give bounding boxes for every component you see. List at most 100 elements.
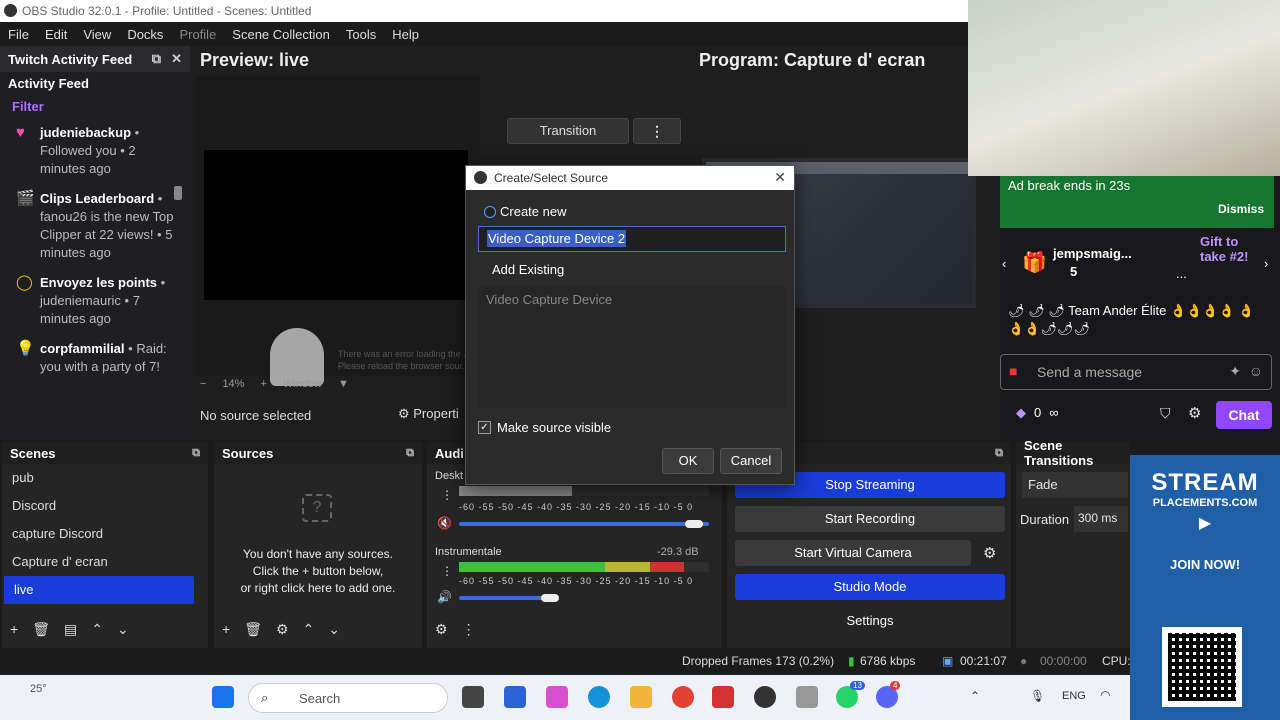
radio-button[interactable] [484, 205, 496, 218]
source-name-input[interactable]: Video Capture Device 2 [478, 226, 786, 252]
undock-icon[interactable]: ⧉ [406, 447, 414, 460]
store-icon[interactable] [504, 686, 526, 708]
dismiss-button[interactable]: Dismiss [1218, 202, 1264, 216]
undock-icon[interactable]: ⧉ [152, 51, 161, 67]
close-icon[interactable]: ✕ [774, 169, 786, 186]
move-up-icon[interactable]: ⌃ [303, 621, 315, 638]
obs-taskbar-icon[interactable] [754, 686, 776, 708]
chrome-icon[interactable] [672, 686, 694, 708]
wifi-icon[interactable]: ◠ [1100, 688, 1110, 702]
menu-docks[interactable]: Docks [119, 27, 171, 42]
trash-icon[interactable]: 🗑 [244, 621, 262, 638]
menu-edit[interactable]: Edit [37, 27, 75, 42]
language-indicator[interactable]: ENG [1062, 690, 1086, 702]
scrollbar-thumb[interactable] [174, 186, 182, 200]
zoom-out-icon[interactable]: − [200, 378, 206, 390]
feed-user[interactable]: judeniebackup [40, 125, 131, 140]
feed-user[interactable]: Envoyez les points [40, 275, 157, 290]
chevron-right-icon[interactable]: › [1264, 256, 1268, 271]
volume-slider[interactable] [459, 522, 709, 526]
volume-slider[interactable] [459, 596, 549, 600]
undock-icon[interactable]: ⧉ [192, 447, 200, 460]
menu-file[interactable]: File [0, 27, 37, 42]
scene-item-active[interactable]: live [4, 576, 194, 604]
start-virtual-camera-button[interactable]: Start Virtual Camera [735, 540, 971, 566]
menu-tools[interactable]: Tools [338, 27, 384, 42]
emote-icon[interactable]: ☺ [1249, 363, 1263, 379]
channel-points-icon[interactable]: ◆ [1016, 405, 1026, 421]
properties-button[interactable]: ⚙ Properti [398, 406, 459, 422]
filter-link[interactable]: Filter [0, 95, 190, 118]
undock-icon[interactable]: ⧉ [995, 447, 1003, 460]
preview-source-frame[interactable] [204, 150, 468, 300]
list-item[interactable]: Video Capture Device [486, 292, 778, 307]
trash-icon[interactable]: 🗑 [32, 621, 50, 638]
volume-knob[interactable] [541, 594, 559, 602]
create-new-option[interactable]: Create new [484, 204, 566, 219]
gift-user[interactable]: jempsmaig... [1053, 246, 1132, 261]
volume-knob[interactable] [685, 520, 703, 528]
menu-profile[interactable]: Profile [171, 27, 224, 42]
move-down-icon[interactable]: ⌄ [328, 621, 340, 638]
gift-title[interactable]: Gift to take #2! [1200, 234, 1264, 264]
cancel-button[interactable]: Cancel [720, 448, 782, 474]
dropdown-arrow-icon[interactable]: ▼ [338, 378, 349, 390]
stream-placements-ad[interactable]: STREAM PLACEMENTS.COM ▶ JOIN NOW! [1130, 455, 1280, 720]
studio-mode-button[interactable]: Studio Mode [735, 574, 1005, 600]
magic-icon[interactable]: ✦ [1229, 363, 1241, 380]
transition-button[interactable]: Transition [507, 118, 629, 144]
more-icon[interactable]: ⋮ [462, 621, 476, 638]
move-down-icon[interactable]: ⌄ [117, 621, 129, 638]
empty-sources-message[interactable]: You don't have any sources. Click the + … [214, 546, 422, 597]
meter-fill [459, 562, 684, 572]
scene-item[interactable]: Capture d' ecran [2, 548, 208, 576]
menu-help[interactable]: Help [384, 27, 427, 42]
gear-icon[interactable]: ⚙ [1188, 404, 1201, 422]
scene-item[interactable]: pub [2, 464, 208, 492]
duration-input[interactable]: 300 ms [1074, 506, 1128, 532]
scene-item[interactable]: Discord [2, 492, 208, 520]
chat-input[interactable]: ■ Send a message ✦ ☺ [1000, 354, 1272, 390]
task-view-icon[interactable] [462, 686, 484, 708]
add-icon[interactable]: + [222, 621, 230, 638]
transition-select[interactable]: Fade [1022, 472, 1128, 498]
gear-icon[interactable]: ⚙ [276, 621, 289, 638]
app-red-icon[interactable] [712, 686, 734, 708]
channel-menu-icon[interactable]: ⋮ [441, 488, 453, 502]
add-icon[interactable]: + [10, 621, 18, 638]
zoom-in-icon[interactable]: + [260, 378, 266, 390]
add-existing-option[interactable]: Add Existing [492, 262, 564, 277]
settings-button[interactable]: Settings [735, 608, 1005, 634]
microphone-icon[interactable]: 🎙 [1030, 689, 1045, 703]
shield-icon[interactable]: ⛉ [1160, 405, 1171, 422]
make-visible-row[interactable]: ✓ Make source visible [478, 420, 611, 435]
scene-item[interactable]: capture Discord [2, 520, 208, 548]
transition-more-button[interactable]: ⋮ [633, 118, 681, 144]
ok-button[interactable]: OK [662, 448, 714, 474]
filters-icon[interactable]: ▤ [64, 621, 77, 638]
edge-icon[interactable] [588, 686, 610, 708]
feed-user[interactable]: Clips Leaderboard [40, 191, 154, 206]
make-visible-checkbox[interactable]: ✓ [478, 421, 491, 434]
feed-user[interactable]: corpfammilial [40, 341, 125, 356]
advanced-audio-icon[interactable]: ⚙ [435, 621, 448, 638]
speaker-icon[interactable]: 🔊 [437, 590, 452, 604]
menu-view[interactable]: View [75, 27, 119, 42]
tray-chevron-icon[interactable]: ⌃ [970, 689, 980, 703]
taskbar-search[interactable]: ⌕ Search [248, 683, 448, 713]
copilot-icon[interactable] [546, 686, 568, 708]
mute-icon[interactable]: 🔇 [437, 516, 452, 530]
start-recording-button[interactable]: Start Recording [735, 506, 1005, 532]
chat-send-button[interactable]: Chat [1216, 401, 1272, 429]
menu-scene-collection[interactable]: Scene Collection [224, 27, 338, 42]
file-explorer-icon[interactable] [630, 686, 652, 708]
channel-menu-icon[interactable]: ⋮ [441, 564, 453, 578]
chevron-left-icon[interactable]: ‹ [1002, 256, 1006, 271]
existing-sources-list[interactable]: Video Capture Device [478, 286, 786, 408]
close-icon[interactable]: ✕ [171, 51, 182, 67]
app-gray-icon[interactable] [796, 686, 818, 708]
gear-icon[interactable]: ⚙ [983, 544, 996, 562]
weather-text[interactable]: 25° [30, 683, 47, 695]
move-up-icon[interactable]: ⌃ [91, 621, 103, 638]
windows-start-icon[interactable] [212, 686, 234, 708]
